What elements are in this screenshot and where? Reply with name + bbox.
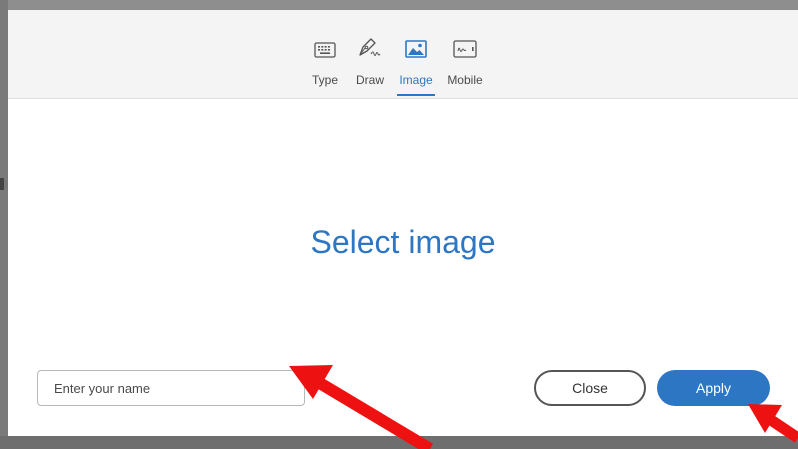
backdrop-edge [0,178,4,190]
name-input[interactable] [37,370,305,406]
tab-image[interactable]: Image [397,36,435,96]
close-button[interactable]: Close [534,370,646,406]
apply-button[interactable]: Apply [657,370,770,406]
tab-draw[interactable]: Draw [351,36,389,96]
tab-draw-indicator [351,94,389,96]
tab-image-label: Image [399,73,433,87]
tab-mobile-label: Mobile [447,73,483,87]
image-icon [405,36,427,58]
tab-image-indicator [397,94,435,96]
signature-dialog: Type Draw Image Mobile Select image Ente… [8,10,798,436]
backdrop-bottom [0,436,798,449]
pen-icon [357,36,383,58]
backdrop [0,0,8,449]
tab-draw-label: Draw [355,73,384,87]
select-image-link[interactable]: Select image [8,224,798,261]
keyboard-icon [314,36,336,58]
tab-mobile[interactable]: Mobile [443,36,487,96]
mobile-icon [453,36,477,58]
tab-mobile-indicator [443,94,487,96]
tab-type-label: Type [311,73,338,87]
tab-list: Type Draw Image Mobile [307,36,495,96]
signature-mode-tabbar: Type Draw Image Mobile [8,10,798,99]
tab-type-indicator [307,94,343,96]
tab-type[interactable]: Type [307,36,343,96]
